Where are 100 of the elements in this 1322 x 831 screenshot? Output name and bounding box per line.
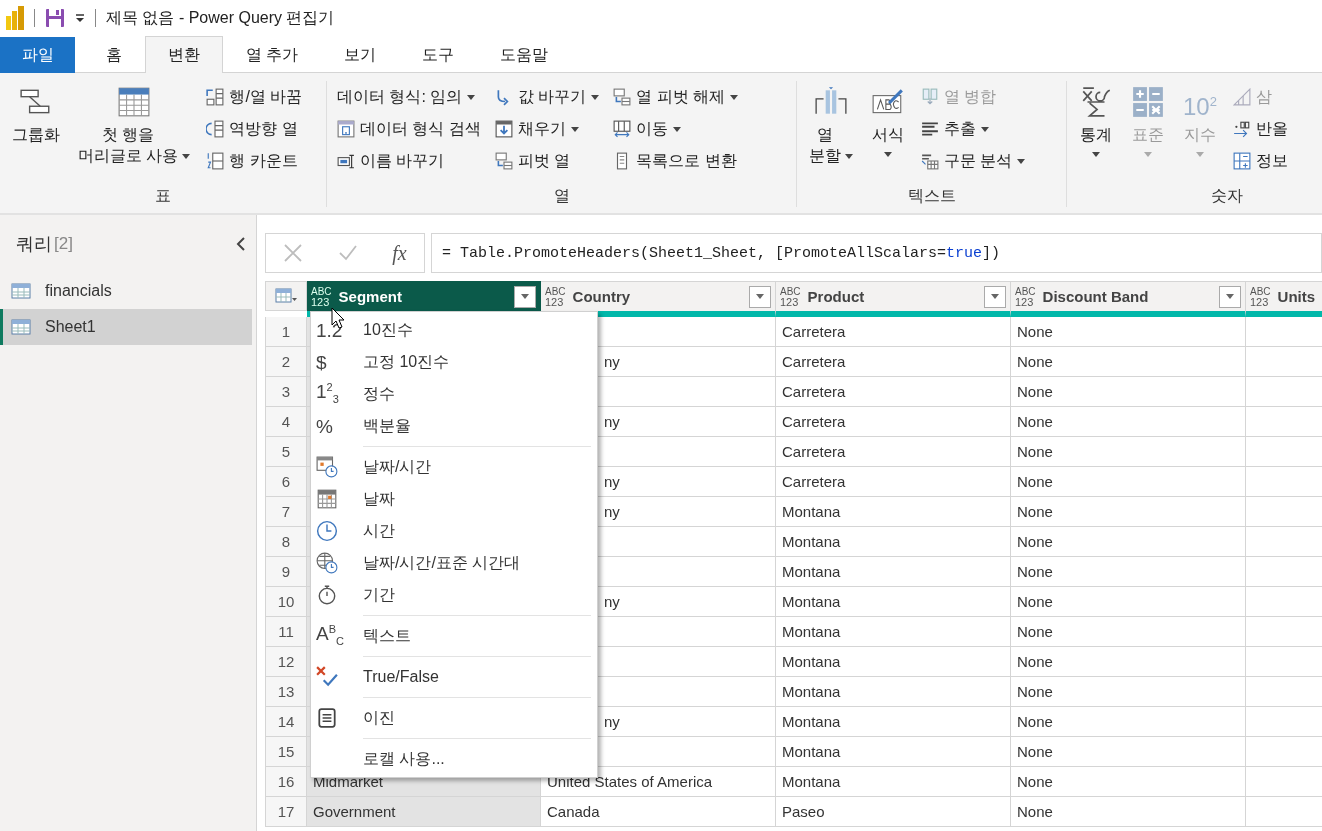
table-cell: None: [1011, 377, 1246, 407]
menu-item[interactable]: 기간: [311, 579, 597, 611]
filter-button[interactable]: [514, 285, 536, 308]
group-label: 숫자: [1210, 186, 1243, 206]
window-title: 제목 없음 - Power Query 편집기: [106, 7, 335, 28]
ribbon-tab[interactable]: 보기: [321, 37, 400, 73]
grid-arrows-icon: [206, 88, 225, 106]
ribbon-button[interactable]: 목록으로 변환: [607, 145, 745, 177]
globe-clock-icon: [316, 552, 338, 574]
ribbon-button[interactable]: 구문 분석: [915, 145, 1032, 177]
row-number: 7: [265, 497, 307, 527]
table-cell: None: [1011, 467, 1246, 497]
ribbon-button[interactable]: 서식: [863, 81, 913, 161]
table-icon: [117, 85, 152, 119]
ribbon-button[interactable]: 반올: [1226, 113, 1294, 145]
table-arrow-icon: [613, 88, 632, 106]
caret-icon: [1226, 294, 1234, 299]
pane-title: 쿼리: [16, 233, 52, 256]
group-label: 표: [155, 186, 171, 206]
plus-minus-grid-icon: [1131, 85, 1165, 119]
ribbon-tab[interactable]: 도움말: [477, 37, 572, 73]
ribbon-button[interactable]: 열 피벗 해제: [607, 81, 745, 113]
ribbon-button[interactable]: 정보: [1226, 145, 1294, 177]
ribbon-button[interactable]: 데이터 형식: 임의: [331, 81, 487, 113]
type-icon: ABC 123: [780, 286, 801, 307]
ribbon-button[interactable]: 통계: [1071, 81, 1121, 161]
ribbon-button[interactable]: 역방향 열: [200, 113, 309, 145]
ribbon-button[interactable]: 열 분할: [801, 81, 861, 171]
filter-button[interactable]: [1219, 285, 1241, 308]
table-cell: Montana: [776, 497, 1011, 527]
table-cell: None: [1011, 737, 1246, 767]
ribbon-button[interactable]: 채우기: [488, 113, 606, 145]
table-cell: Montana: [776, 557, 1011, 587]
menu-item[interactable]: 날짜/시간: [311, 451, 597, 483]
row-number: 13: [265, 677, 307, 707]
collapse-button[interactable]: [236, 236, 246, 252]
ribbon-button[interactable]: 그룹화: [4, 81, 68, 150]
cross-check-icon: [316, 666, 338, 688]
rows-arrow-icon: [206, 120, 225, 138]
clock-icon: [316, 520, 338, 542]
ribbon-button[interactable]: 첫 행을 머리글로 사용: [70, 81, 199, 171]
table-cell: None: [1011, 797, 1246, 827]
ribbon-button[interactable]: 추출: [915, 113, 1032, 145]
type-icon: $: [316, 352, 327, 372]
query-item[interactable]: financials: [0, 273, 252, 309]
calendar-clock-icon: [316, 456, 338, 478]
menu-item[interactable]: True/False: [311, 661, 597, 693]
row-number: 8: [265, 527, 307, 557]
ribbon-button[interactable]: 값 바꾸기: [488, 81, 606, 113]
table-cell: None: [1011, 707, 1246, 737]
ribbon-tab[interactable]: 파일: [0, 37, 75, 73]
ribbon-button[interactable]: 행/열 바꿈: [200, 81, 309, 113]
type-icon: ABC 123: [545, 286, 566, 307]
ribbon-button[interactable]: 이동: [607, 113, 745, 145]
table-cell: Montana: [776, 677, 1011, 707]
table-cell: Carretera: [776, 377, 1011, 407]
ribbon-button[interactable]: 데이터 형식 검색: [331, 113, 487, 145]
menu-item[interactable]: 날짜/시간/표준 시간대: [311, 547, 597, 579]
table-menu-icon: [275, 288, 297, 304]
ribbon-button[interactable]: 피벗 열: [488, 145, 606, 177]
table-cell: None: [1011, 677, 1246, 707]
calendar-icon: [316, 488, 338, 510]
exponent-icon: 10$^{2}$: [1183, 85, 1217, 119]
filter-button[interactable]: [749, 285, 771, 308]
ribbon-button[interactable]: 이름 바꾸기: [331, 145, 487, 177]
query-item[interactable]: Sheet1: [0, 309, 252, 345]
menu-item[interactable]: % 백분율: [311, 410, 597, 442]
text-lines-icon: [921, 120, 939, 138]
decimal-arrow-icon: [1232, 120, 1251, 138]
menu-item[interactable]: $ 고정 10진수: [311, 346, 597, 378]
menu-item[interactable]: 시간: [311, 515, 597, 547]
formula-field[interactable]: = Table.PromoteHeaders(Sheet1_Sheet, [PromoteAllScalars=true]): [431, 233, 1322, 273]
table-cell: None: [1011, 557, 1246, 587]
group-label: 텍스트: [907, 186, 956, 206]
table-cell: None: [1011, 527, 1246, 557]
insert-function-button[interactable]: fx: [392, 241, 407, 265]
customize-toolbar-button[interactable]: [75, 13, 85, 23]
table-cell: None: [1011, 647, 1246, 677]
ribbon-tab[interactable]: 홈: [83, 37, 145, 73]
table-cell: None: [1011, 497, 1246, 527]
table-cell: Carretera: [776, 317, 1011, 347]
row-number: 16: [265, 767, 307, 797]
ribbon-button[interactable]: 행 카운트: [200, 145, 309, 177]
table-cell: Government: [307, 797, 541, 827]
stopwatch-icon: [316, 584, 338, 606]
ribbon-tab[interactable]: 변환: [145, 36, 223, 73]
row-number: 9: [265, 557, 307, 587]
table-cell: Carretera: [776, 467, 1011, 497]
ribbon-tab[interactable]: 도구: [399, 37, 478, 73]
down-arrow-box-icon: [494, 120, 513, 138]
row-number: 6: [265, 467, 307, 497]
menu-item[interactable]: 날짜: [311, 483, 597, 515]
table-cell: None: [1011, 617, 1246, 647]
triangle-ruler-icon: [1232, 88, 1251, 106]
menu-item[interactable]: 이진: [311, 702, 597, 734]
ribbon-tab[interactable]: 열 추가: [223, 37, 322, 73]
filter-button[interactable]: [984, 285, 1006, 308]
table-cell: Carretera: [776, 437, 1011, 467]
table-cell: Paseo: [776, 797, 1011, 827]
type-icon: %: [316, 416, 333, 436]
